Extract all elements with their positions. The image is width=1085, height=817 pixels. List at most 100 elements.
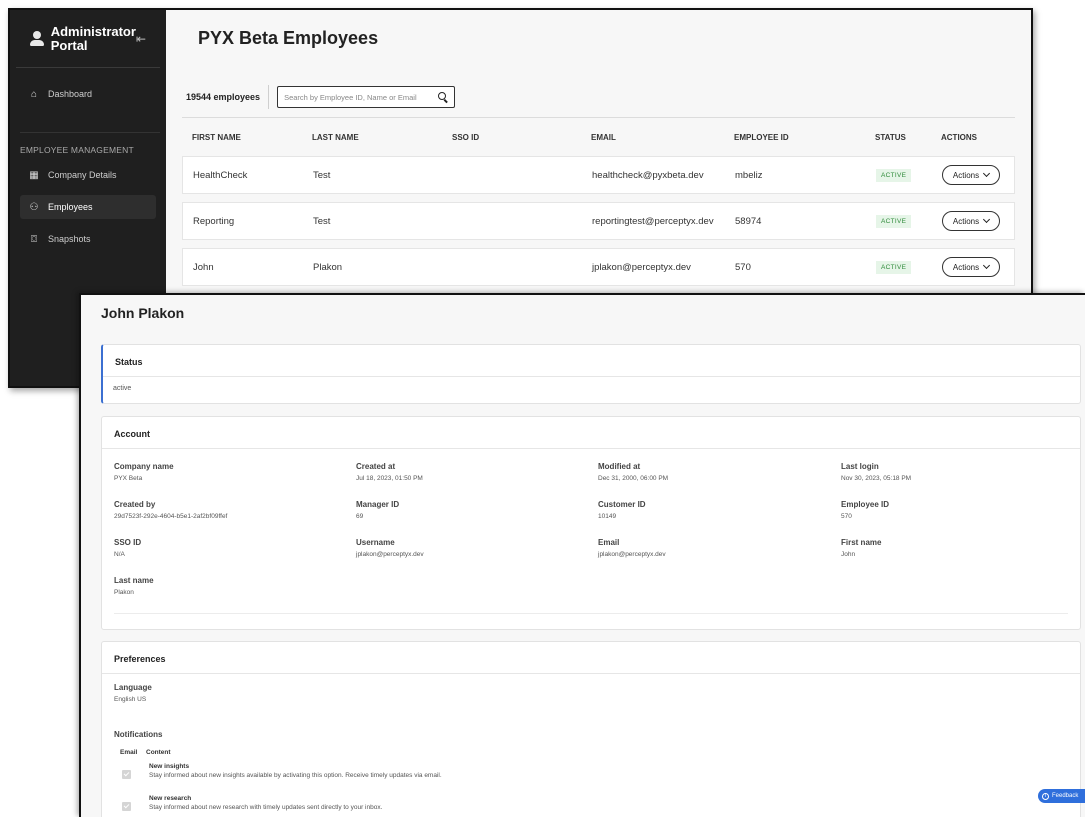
- col-actions: ACTIONS: [941, 132, 977, 142]
- page-title: PYX Beta Employees: [198, 28, 379, 48]
- field-value: 10149: [598, 513, 617, 520]
- notification-row-new-insights: New insights Stay informed about new ins…: [120, 763, 442, 779]
- cell-employee-id: 58974: [735, 215, 762, 227]
- table-header: FIRST NAME LAST NAME SSO ID EMAIL EMPLOY…: [182, 118, 1015, 156]
- field-label: Email: [598, 538, 620, 547]
- brand-title: Administrator Portal: [50, 23, 136, 53]
- notification-title: New research: [149, 795, 192, 802]
- account-card-title: Account: [114, 429, 150, 439]
- actions-label: Actions: [952, 170, 980, 180]
- field-value: Jul 18, 2023, 01:50 PM: [356, 475, 423, 482]
- search-icon[interactable]: [438, 92, 448, 102]
- table-row[interactable]: Reporting Test reportingtest@perceptyx.d…: [182, 202, 1015, 240]
- status-badge: ACTIVE: [876, 260, 912, 274]
- field-value: PYX Beta: [114, 475, 143, 482]
- field-label: Manager ID: [356, 500, 400, 509]
- field-label: First name: [841, 538, 882, 547]
- field-label: Modified at: [598, 462, 641, 471]
- status-badge: ACTIVE: [876, 214, 912, 228]
- sidebar-item-label: Employees: [48, 202, 93, 212]
- actions-button[interactable]: Actions: [942, 165, 1000, 185]
- status-badge: ACTIVE: [876, 168, 912, 182]
- col-status: STATUS: [875, 132, 906, 142]
- field-label: SSO ID: [114, 538, 142, 547]
- preferences-card: Preferences Language English US Notifica…: [101, 641, 1081, 817]
- field-label: Customer ID: [598, 500, 646, 509]
- card-divider: [102, 673, 1080, 674]
- field-last-login: Last login Nov 30, 2023, 05:18 PM: [841, 462, 911, 482]
- field-value: jplakon@perceptyx.dev: [598, 551, 666, 558]
- field-label: Created by: [114, 500, 156, 509]
- cell-employee-id: 570: [735, 261, 751, 273]
- list-toolbar: 19544 employees: [186, 85, 1015, 109]
- status-card: Status active: [101, 344, 1081, 404]
- sidebar-item-label: Snapshots: [48, 234, 91, 244]
- cell-email: jplakon@perceptyx.dev: [592, 261, 691, 273]
- cell-last-name: Test: [313, 169, 331, 181]
- status-value: active: [113, 385, 132, 392]
- feedback-label: Feedback: [1052, 793, 1079, 799]
- notification-description: Stay informed about new insights availab…: [149, 772, 442, 779]
- notif-col-content: Content: [146, 749, 171, 756]
- search-box[interactable]: [277, 86, 456, 108]
- table-row[interactable]: John Plakon jplakon@perceptyx.dev 570 AC…: [182, 248, 1015, 286]
- employee-name-title: John Plakon: [101, 305, 185, 321]
- cell-first-name: Reporting: [193, 215, 235, 227]
- sidebar-item-label: Dashboard: [48, 89, 93, 99]
- actions-button[interactable]: Actions: [942, 257, 1000, 277]
- field-last-name: Last name Plakon: [114, 576, 154, 596]
- actions-label: Actions: [952, 262, 980, 272]
- field-sso-id: SSO ID N/A: [114, 538, 141, 558]
- preferences-card-title: Preferences: [114, 654, 166, 664]
- checkbox-checked-icon[interactable]: [122, 802, 131, 811]
- notification-row-new-research: New research Stay informed about new res…: [120, 795, 382, 811]
- chevron-down-icon: [983, 261, 991, 270]
- sidebar-item-label: Company Details: [48, 170, 117, 180]
- building-icon: ▦: [29, 169, 39, 181]
- field-label: Company name: [114, 462, 174, 471]
- field-created-at: Created at Jul 18, 2023, 01:50 PM: [356, 462, 423, 482]
- admin-user-icon: [30, 30, 44, 47]
- col-first-name: FIRST NAME: [192, 132, 241, 142]
- field-value: jplakon@perceptyx.dev: [356, 551, 424, 558]
- sidebar-item-snapshots[interactable]: ⌼ Snapshots: [20, 227, 156, 251]
- table-row[interactable]: HealthCheck Test healthcheck@pyxbeta.dev…: [182, 156, 1015, 194]
- account-card: Account Company name PYX Beta Created at…: [101, 416, 1081, 630]
- field-modified-at: Modified at Dec 31, 2000, 06:00 PM: [598, 462, 668, 482]
- sidebar-item-dashboard[interactable]: ⌂ Dashboard: [20, 82, 156, 106]
- sidebar-brand: Administrator Portal ⇤: [16, 10, 160, 68]
- field-label: Employee ID: [841, 500, 890, 509]
- language-value: English US: [114, 696, 147, 703]
- collapse-sidebar-icon[interactable]: ⇤: [136, 32, 146, 46]
- field-value: Dec 31, 2000, 06:00 PM: [598, 475, 669, 482]
- field-company-name: Company name PYX Beta: [114, 462, 174, 482]
- snapshot-icon: ⌼: [31, 233, 37, 245]
- cell-first-name: John: [193, 261, 214, 273]
- home-icon: ⌂: [30, 88, 38, 100]
- field-username: Username jplakon@perceptyx.dev: [356, 538, 424, 558]
- actions-button[interactable]: Actions: [942, 211, 1000, 231]
- card-divider: [102, 448, 1080, 449]
- feedback-button[interactable]: i Feedback: [1038, 789, 1085, 803]
- cell-employee-id: mbeliz: [735, 169, 763, 181]
- field-employee-id: Employee ID 570: [841, 500, 889, 520]
- field-manager-id: Manager ID 69: [356, 500, 399, 520]
- field-label: Last login: [841, 462, 879, 471]
- field-value: N/A: [114, 551, 125, 558]
- language-label: Language: [114, 683, 152, 692]
- field-label: Created at: [356, 462, 396, 471]
- notification-title: New insights: [149, 763, 190, 770]
- checkbox-checked-icon[interactable]: [122, 770, 131, 779]
- field-value: 29d7523f-292e-4604-b5e1-2af2bf09ffef: [114, 513, 228, 520]
- employee-detail-window: John Plakon Status active Account Compan…: [79, 293, 1085, 817]
- chevron-down-icon: [983, 215, 991, 224]
- search-input[interactable]: [284, 92, 439, 102]
- sidebar-item-company-details[interactable]: ▦ Company Details: [20, 163, 156, 187]
- sidebar-item-employees[interactable]: ⚇ Employees: [20, 195, 156, 219]
- col-last-name: LAST NAME: [312, 132, 359, 142]
- field-label: Username: [356, 538, 395, 547]
- account-bottom-divider: [114, 613, 1068, 614]
- notification-description: Stay informed about new research with ti…: [149, 804, 383, 811]
- field-label: Last name: [114, 576, 154, 585]
- cell-email: healthcheck@pyxbeta.dev: [592, 169, 704, 181]
